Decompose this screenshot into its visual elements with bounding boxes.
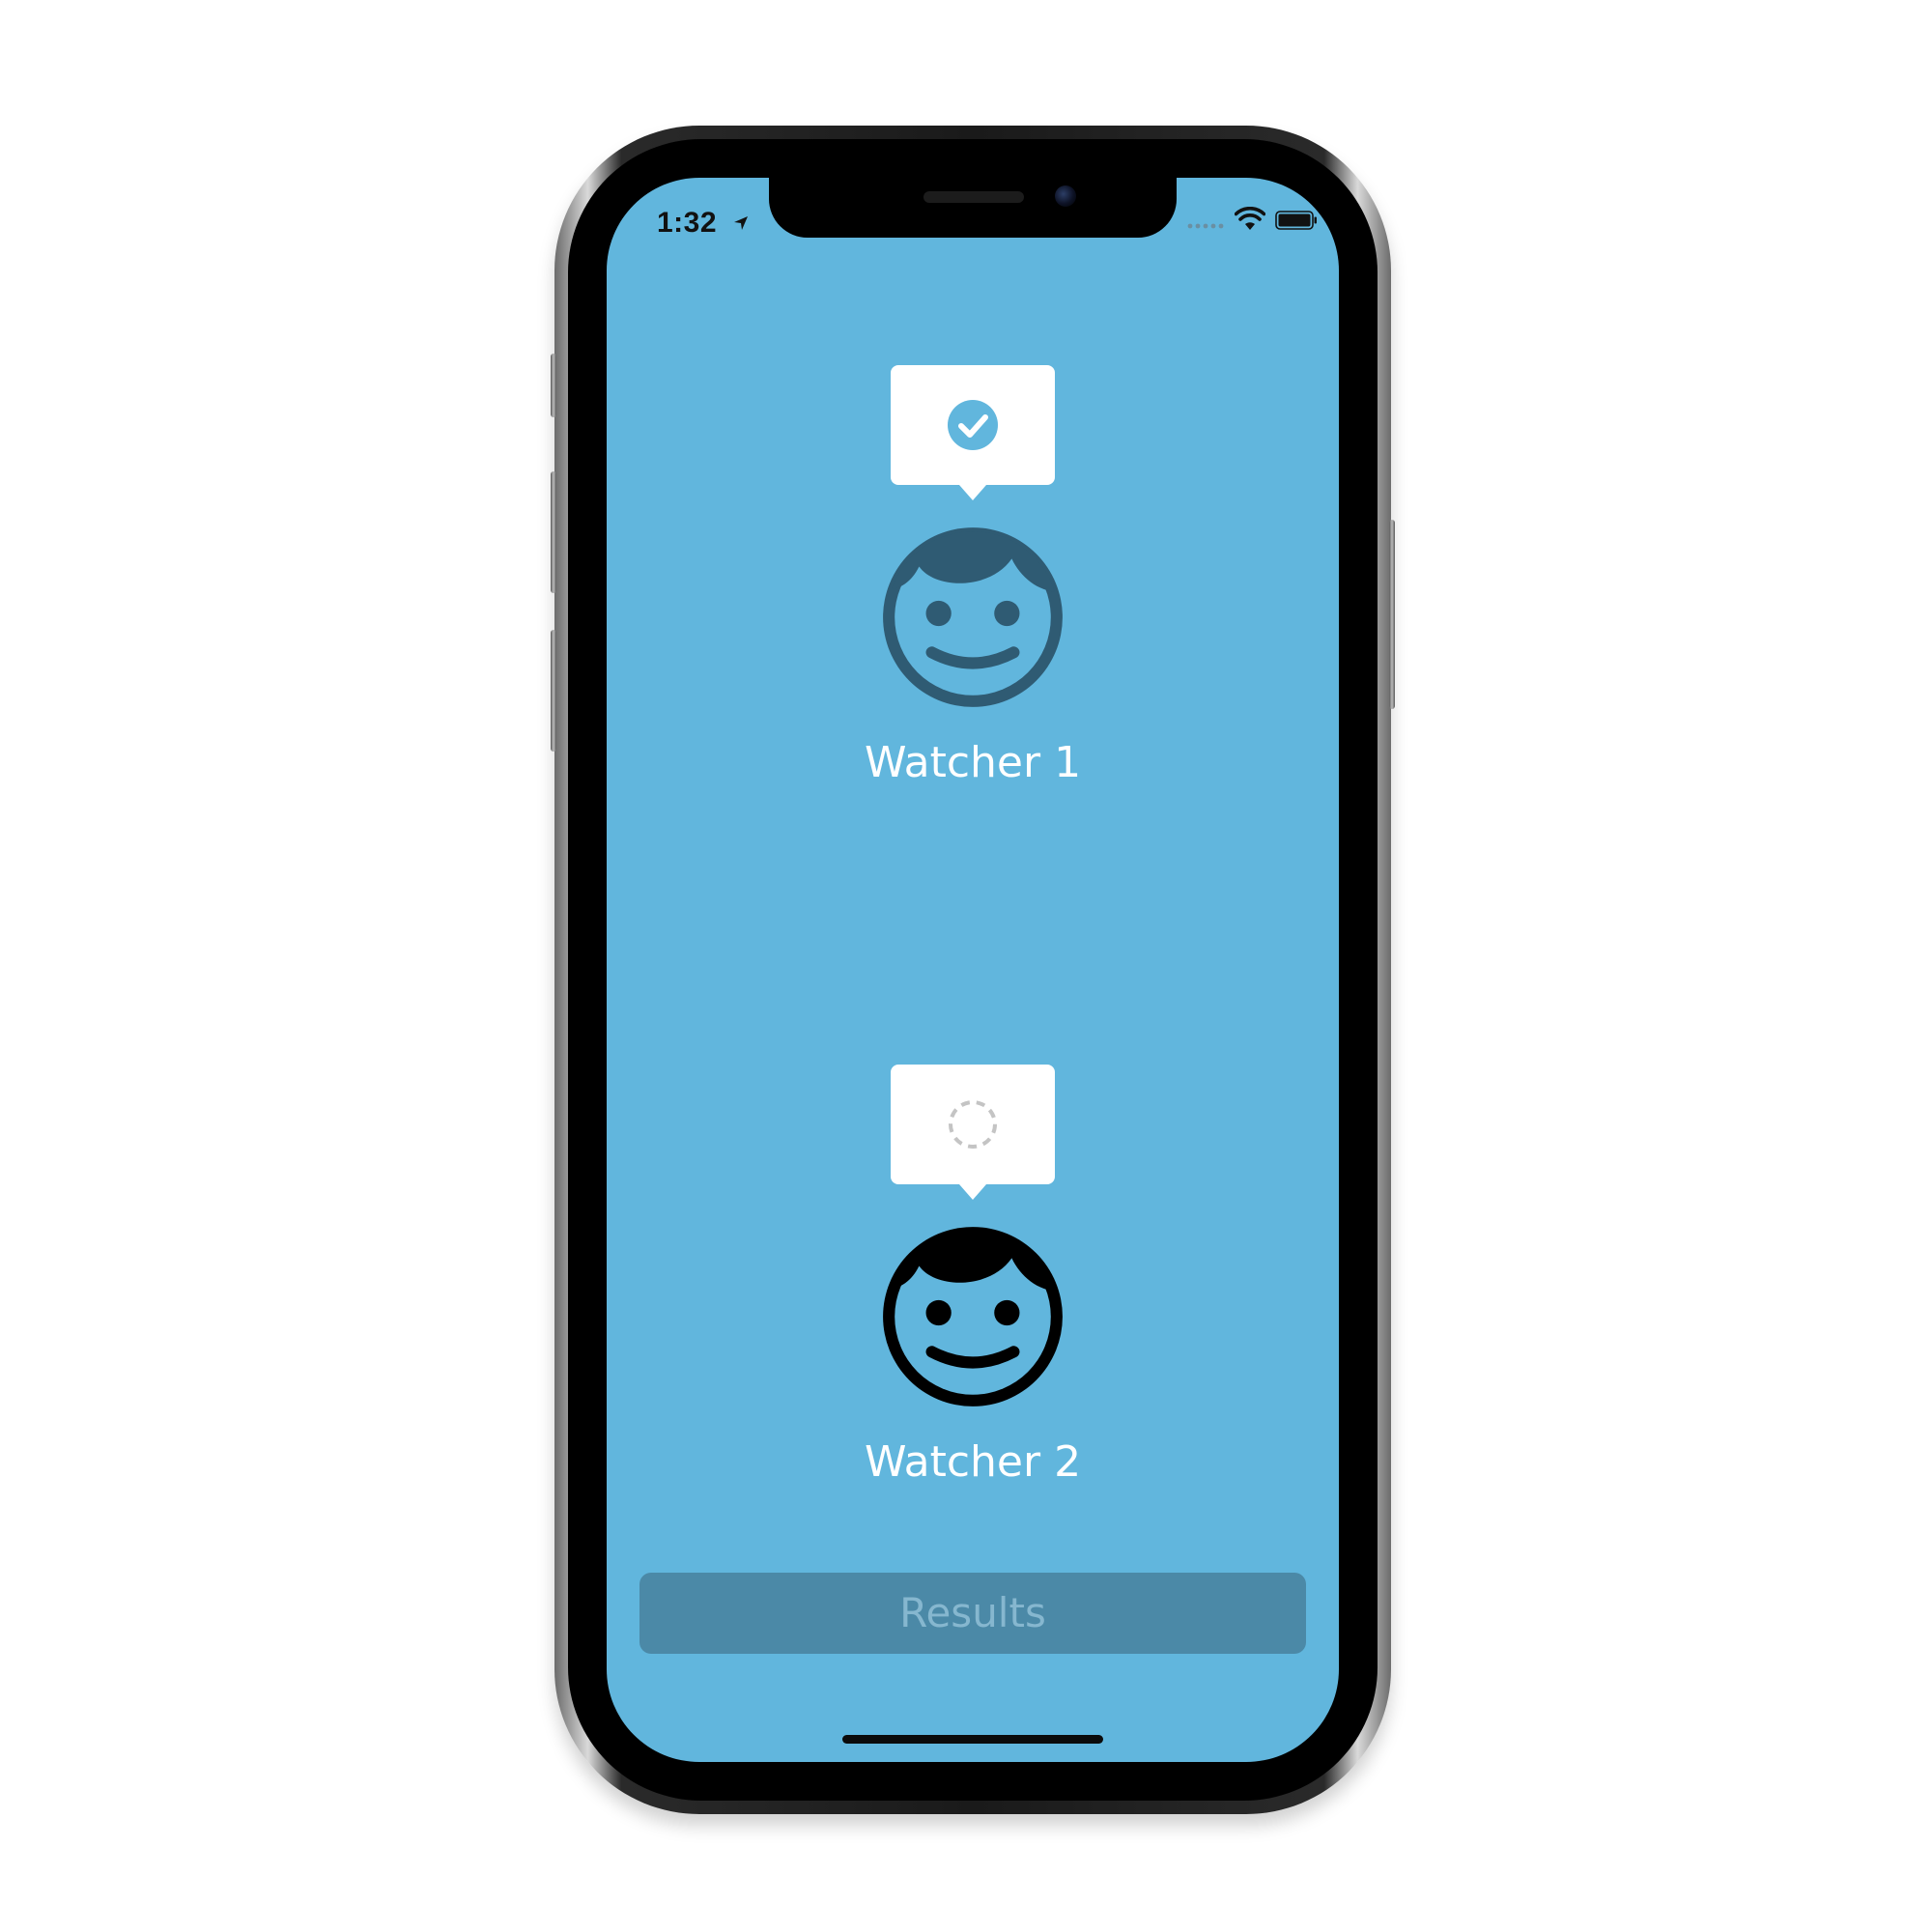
status-time: 1:32 bbox=[657, 207, 718, 239]
checkmark-circle-icon bbox=[948, 400, 998, 450]
notch bbox=[769, 178, 1177, 238]
volume-up-button bbox=[551, 471, 556, 593]
bubble-tail-1 bbox=[959, 485, 986, 500]
location-arrow-icon bbox=[734, 216, 748, 230]
watcher-name-2: Watcher 2 bbox=[864, 1437, 1082, 1487]
volume-down-button bbox=[551, 630, 556, 752]
app-screen: 1:32 Watcher 1 Watcher 2 Results bbox=[607, 178, 1339, 1762]
status-bubble-1 bbox=[891, 365, 1055, 500]
watcher-card-2: Watcher 2 bbox=[607, 1065, 1339, 1499]
device-mockup: 1:32 Watcher 1 Watcher 2 Results bbox=[0, 0, 1932, 1932]
cellular-signal-icon bbox=[1187, 223, 1224, 229]
wifi-icon bbox=[1235, 207, 1265, 230]
watcher-card-1: Watcher 1 bbox=[607, 365, 1339, 800]
smiley-face-icon bbox=[883, 527, 1063, 707]
dashed-circle-icon bbox=[949, 1100, 997, 1149]
battery-icon bbox=[1275, 211, 1317, 230]
results-button[interactable]: Results bbox=[639, 1573, 1306, 1654]
earpiece-speaker bbox=[923, 191, 1024, 203]
smiley-face-icon bbox=[883, 1227, 1063, 1406]
power-button bbox=[1389, 520, 1395, 709]
front-camera bbox=[1055, 185, 1076, 207]
status-bubble-2 bbox=[891, 1065, 1055, 1200]
home-indicator[interactable] bbox=[842, 1735, 1103, 1744]
silent-switch bbox=[551, 354, 556, 417]
watcher-name-1: Watcher 1 bbox=[864, 738, 1082, 787]
bubble-tail-2 bbox=[959, 1184, 986, 1200]
